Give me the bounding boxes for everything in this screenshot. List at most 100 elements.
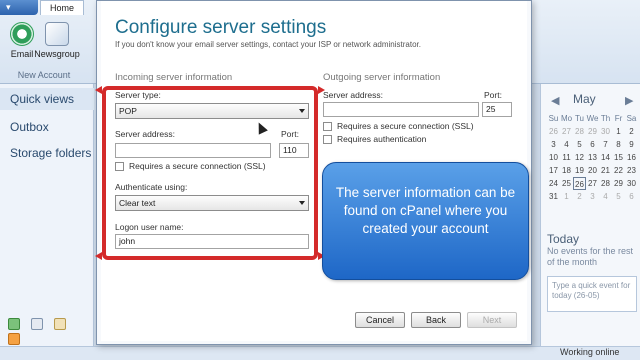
outgoing-auth-checkbox[interactable]: [323, 135, 332, 144]
info-callout: The server information can be found on c…: [322, 162, 529, 280]
calendar-day[interactable]: 29: [586, 125, 599, 138]
calendar-day[interactable]: 19: [573, 164, 586, 177]
today-text: No events for the rest of the month: [547, 246, 634, 267]
calendar-day[interactable]: 12: [573, 151, 586, 164]
dialog-subtitle: If you don't know your email server sett…: [115, 40, 421, 49]
calendar-day[interactable]: 9: [625, 138, 638, 151]
calendar-day[interactable]: 25: [560, 177, 573, 190]
chevron-down-icon: [299, 109, 305, 113]
calendar-day[interactable]: 22: [612, 164, 625, 177]
calendar-day[interactable]: 20: [586, 164, 599, 177]
calendar-day[interactable]: 2: [573, 190, 586, 203]
calendar-day[interactable]: 29: [612, 177, 625, 190]
tab-home[interactable]: Home: [40, 0, 84, 15]
calendar-day[interactable]: 1: [560, 190, 573, 203]
newsgroup-button-label: Newsgroup: [34, 49, 80, 59]
highlight-arrow-top-right: [318, 86, 325, 94]
status-text: Working online: [560, 347, 620, 357]
calendar-day[interactable]: 6: [625, 190, 638, 203]
calendar-day[interactable]: 31: [547, 190, 560, 203]
calendar-day[interactable]: 3: [586, 190, 599, 203]
authenticate-select[interactable]: Clear text: [115, 195, 309, 211]
calendar-day[interactable]: 14: [599, 151, 612, 164]
calendar-day-header: Fr: [614, 114, 623, 123]
calendar-day-header: Mo: [560, 114, 573, 123]
newsgroup-button[interactable]: Newsgroup: [34, 22, 80, 59]
calendar-day[interactable]: 17: [547, 164, 560, 177]
status-bar: [0, 346, 640, 360]
calendar-day[interactable]: 8: [612, 138, 625, 151]
calendar-day[interactable]: 18: [560, 164, 573, 177]
calendar-day[interactable]: 13: [586, 151, 599, 164]
calendar-month: May: [573, 92, 596, 106]
outgoing-port-input[interactable]: 25: [482, 102, 512, 117]
calendar-day[interactable]: 15: [612, 151, 625, 164]
calendar-day[interactable]: 6: [586, 138, 599, 151]
calendar-day[interactable]: 24: [547, 177, 560, 190]
nav-item-storage-folders[interactable]: Storage folders: [10, 146, 91, 160]
calendar-day-header: We: [586, 114, 599, 123]
calendar-next-button[interactable]: ▶: [625, 94, 633, 107]
chevron-down-icon: [299, 201, 305, 205]
server-type-select[interactable]: POP: [115, 103, 309, 119]
calendar-grid: Su Mo Tu We Th Fr Sa 26 27 28 29 30 1 2 3 4 5 6 7 8 9 10 11 12 1…: [547, 112, 638, 203]
calendar-day[interactable]: 11: [560, 151, 573, 164]
calendar-day[interactable]: 26: [547, 125, 560, 138]
contacts-nav-icon[interactable]: [53, 318, 66, 330]
incoming-ssl-checkbox[interactable]: [115, 162, 124, 171]
dialog-title: Configure server settings: [115, 17, 327, 38]
calendar-day[interactable]: 10: [547, 151, 560, 164]
calendar-day[interactable]: 7: [599, 138, 612, 151]
outgoing-ssl-label: Requires a secure connection (SSL): [337, 121, 474, 131]
calendar-day[interactable]: 27: [560, 125, 573, 138]
calendar-day[interactable]: 26: [573, 177, 586, 190]
calendar-prev-button[interactable]: ◀: [551, 94, 559, 107]
outgoing-heading: Outgoing server information: [323, 72, 441, 83]
incoming-port-label: Port:: [281, 129, 299, 139]
calendar-day[interactable]: 21: [599, 164, 612, 177]
incoming-port-input[interactable]: 110: [279, 143, 309, 158]
calendar-day[interactable]: 28: [599, 177, 612, 190]
calendar-day[interactable]: 2: [625, 125, 638, 138]
outgoing-auth-label: Requires authentication: [337, 134, 427, 144]
calendar-day[interactable]: 23: [625, 164, 638, 177]
calendar-day[interactable]: 1: [612, 125, 625, 138]
authenticate-label: Authenticate using:: [115, 182, 188, 192]
logon-user-input[interactable]: john: [115, 234, 309, 249]
nav-switcher: [4, 318, 92, 345]
calendar-nav-icon[interactable]: [30, 318, 43, 330]
incoming-server-address-input[interactable]: [115, 143, 271, 158]
ribbon-group-label: New Account: [17, 70, 71, 80]
left-navigation: Quick views Outbox Storage folders: [0, 84, 94, 360]
calendar-day[interactable]: 28: [573, 125, 586, 138]
server-type-value: POP: [119, 106, 137, 116]
outgoing-port-label: Port:: [484, 90, 502, 100]
cancel-button[interactable]: Cancel: [355, 312, 405, 328]
calendar-day[interactable]: 16: [625, 151, 638, 164]
nav-item-quick-views[interactable]: Quick views: [10, 92, 74, 106]
authenticate-value: Clear text: [119, 198, 156, 208]
calendar-day[interactable]: 30: [625, 177, 638, 190]
calendar-day[interactable]: 27: [586, 177, 599, 190]
calendar-day[interactable]: 5: [573, 138, 586, 151]
email-icon: [10, 22, 34, 46]
feeds-nav-icon[interactable]: [8, 333, 20, 345]
next-button[interactable]: Next: [467, 312, 517, 328]
calendar-day[interactable]: 3: [547, 138, 560, 151]
quick-event-input[interactable]: Type a quick event for today (26-05): [547, 276, 637, 312]
mail-nav-icon[interactable]: [8, 318, 20, 330]
calendar-day[interactable]: 4: [599, 190, 612, 203]
newsgroup-icon: [45, 22, 69, 46]
calendar-day[interactable]: 5: [612, 190, 625, 203]
calendar-day[interactable]: 30: [599, 125, 612, 138]
calendar-day[interactable]: 4: [560, 138, 573, 151]
today-heading: Today: [547, 232, 580, 246]
outgoing-server-address-label: Server address:: [323, 90, 383, 100]
outgoing-server-address-input[interactable]: [323, 102, 479, 117]
app-menu-button[interactable]: ▾: [0, 0, 38, 15]
calendar-day-header: Sa: [626, 114, 637, 123]
nav-item-outbox[interactable]: Outbox: [10, 120, 49, 134]
back-button[interactable]: Back: [411, 312, 461, 328]
outgoing-ssl-checkbox[interactable]: [323, 122, 332, 131]
incoming-heading: Incoming server information: [115, 72, 233, 83]
